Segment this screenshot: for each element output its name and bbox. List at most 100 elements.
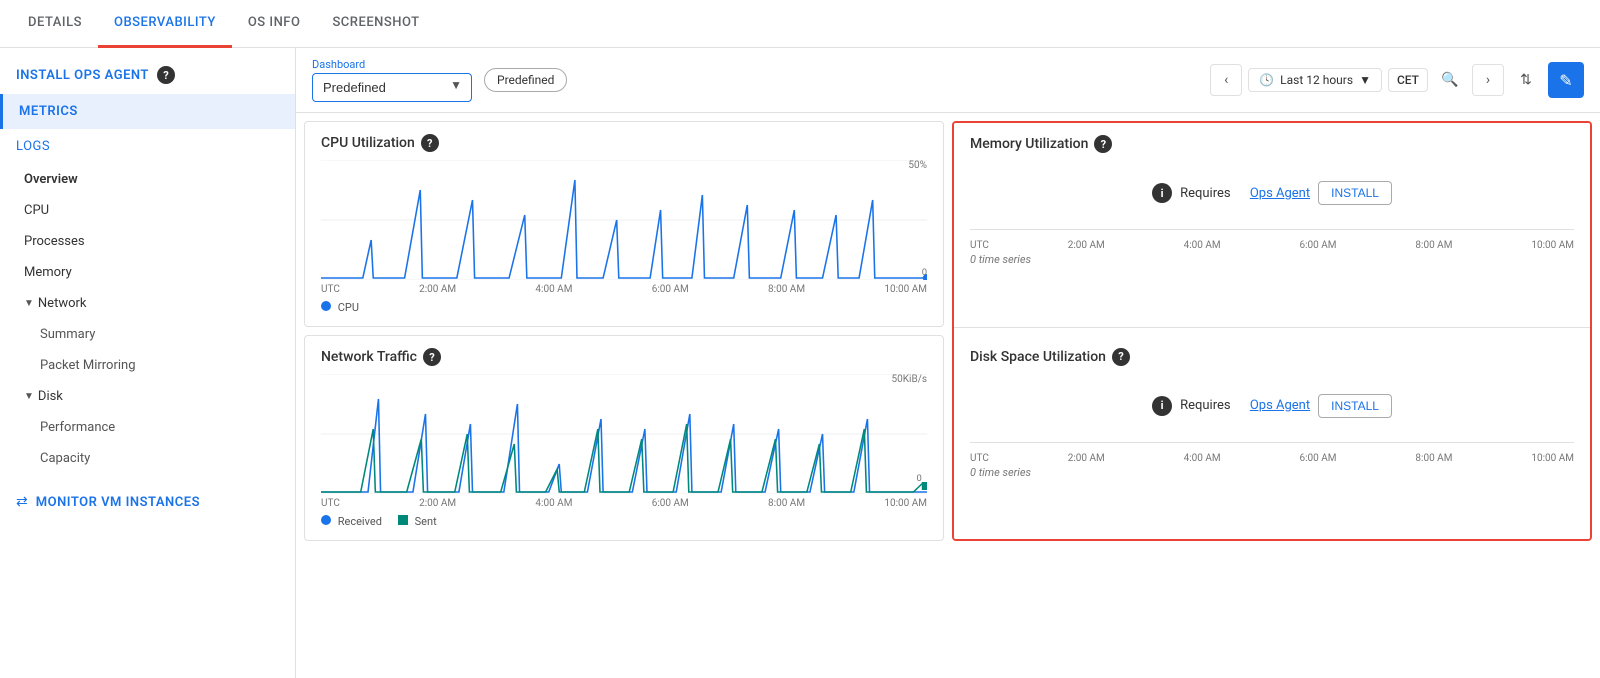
cpu-y-label: 50% bbox=[908, 160, 927, 171]
toolbar: Dashboard Predefined ▼ Predefined ‹ 🕓 La… bbox=[296, 48, 1600, 113]
svg-text:0: 0 bbox=[922, 267, 927, 278]
main-content: Dashboard Predefined ▼ Predefined ‹ 🕓 La… bbox=[296, 48, 1600, 678]
sidebar-item-performance[interactable]: Performance bbox=[0, 412, 295, 443]
network-help-icon[interactable]: ? bbox=[423, 348, 441, 366]
sent-legend-square bbox=[398, 515, 408, 525]
network-y-label: 50KiB/s bbox=[892, 374, 927, 385]
tab-observability[interactable]: OBSERVABILITY bbox=[98, 0, 232, 48]
cpu-chart-svg: 0 bbox=[321, 160, 927, 280]
sent-legend-item: Sent bbox=[398, 515, 437, 528]
top-tab-bar: DETAILS OBSERVABILITY OS INFO SCREENSHOT bbox=[0, 0, 1600, 48]
disk-requires-overlay: i Requires Ops Agent INSTALL bbox=[970, 374, 1574, 438]
edit-btn[interactable]: ✎ bbox=[1548, 62, 1584, 98]
dashboard-select[interactable]: Predefined bbox=[312, 73, 472, 102]
received-legend-dot bbox=[321, 515, 331, 525]
main-layout: INSTALL OPS AGENT ? METRICS LOGS Overvie… bbox=[0, 48, 1600, 678]
memory-chart-title: Memory Utilization ? bbox=[970, 135, 1574, 153]
memory-requires-overlay: i Requires Ops Agent INSTALL bbox=[970, 161, 1574, 225]
disk-info-icon: i bbox=[1152, 396, 1172, 416]
sidebar-item-memory[interactable]: Memory bbox=[0, 257, 295, 288]
cpu-chart-wrapper: 50% 0 bbox=[321, 160, 927, 280]
time-range-arrow-icon: ▼ bbox=[1359, 73, 1371, 87]
dashboard-dropdown-container: Dashboard Predefined ▼ bbox=[312, 58, 472, 102]
dashboard-label: Dashboard bbox=[312, 58, 472, 71]
prev-btn[interactable]: ‹ bbox=[1210, 64, 1242, 96]
sidebar: INSTALL OPS AGENT ? METRICS LOGS Overvie… bbox=[0, 48, 296, 678]
tab-os-info[interactable]: OS INFO bbox=[232, 0, 317, 48]
sidebar-item-packet-mirroring[interactable]: Packet Mirroring bbox=[0, 350, 295, 381]
memory-title-text: Memory Utilization bbox=[970, 136, 1088, 152]
disk-ops-agent-link[interactable]: Ops Agent bbox=[1250, 398, 1310, 413]
install-ops-agent-row: INSTALL OPS AGENT ? bbox=[0, 56, 295, 94]
sidebar-item-summary[interactable]: Summary bbox=[0, 319, 295, 350]
memory-x-axis: UTC 2:00 AM 4:00 AM 6:00 AM 8:00 AM 10:0… bbox=[970, 240, 1574, 251]
sent-legend-label: Sent bbox=[415, 515, 437, 528]
metrics-section-header[interactable]: METRICS bbox=[0, 94, 295, 129]
timezone-badge[interactable]: CET bbox=[1388, 68, 1428, 92]
tab-screenshot[interactable]: SCREENSHOT bbox=[316, 0, 435, 48]
tab-details[interactable]: DETAILS bbox=[12, 0, 98, 48]
received-legend-item: Received bbox=[321, 515, 382, 528]
disk-zero-series: 0 time series bbox=[970, 466, 1574, 479]
network-chart-card: Network Traffic ? 50KiB/s bbox=[304, 335, 944, 541]
cpu-legend-item: CPU bbox=[321, 301, 359, 314]
logs-section-header[interactable]: LOGS bbox=[0, 129, 295, 164]
svg-text:0: 0 bbox=[917, 473, 922, 484]
predefined-badge[interactable]: Predefined bbox=[484, 68, 567, 92]
disk-chart-title: Disk Space Utilization ? bbox=[970, 348, 1574, 366]
install-ops-agent-link[interactable]: INSTALL OPS AGENT bbox=[16, 68, 149, 83]
time-range-label: Last 12 hours bbox=[1280, 73, 1353, 87]
disk-axis-area: UTC 2:00 AM 4:00 AM 6:00 AM 8:00 AM 10:0… bbox=[970, 442, 1574, 464]
cpu-legend-dot bbox=[321, 301, 331, 311]
memory-requires-text: Requires bbox=[1180, 186, 1231, 201]
sidebar-item-cpu[interactable]: CPU bbox=[0, 195, 295, 226]
disk-x-axis: UTC 2:00 AM 4:00 AM 6:00 AM 8:00 AM 10:0… bbox=[970, 453, 1574, 464]
monitor-vm-icon: ⇄ bbox=[16, 494, 28, 510]
sidebar-group-network[interactable]: ▼ Network bbox=[0, 288, 295, 319]
network-chart-title: Network Traffic ? bbox=[321, 348, 927, 366]
disk-install-btn[interactable]: INSTALL bbox=[1318, 394, 1392, 418]
toolbar-right: ‹ 🕓 Last 12 hours ▼ CET 🔍 › ⇅ ✎ bbox=[1210, 62, 1584, 98]
time-range-btn[interactable]: 🕓 Last 12 hours ▼ bbox=[1248, 68, 1382, 92]
sidebar-item-overview[interactable]: Overview bbox=[0, 164, 295, 195]
compare-icon-btn[interactable]: ⇅ bbox=[1510, 64, 1542, 96]
memory-chart-card: Memory Utilization ? i Requires Ops Agen… bbox=[954, 123, 1590, 328]
memory-help-icon[interactable]: ? bbox=[1094, 135, 1112, 153]
cpu-legend-label: CPU bbox=[338, 301, 359, 314]
network-chart-wrapper: 50KiB/s 0 bbox=[321, 374, 927, 494]
disk-group-label: Disk bbox=[38, 389, 63, 404]
disk-help-icon[interactable]: ? bbox=[1112, 348, 1130, 366]
install-ops-agent-help-icon[interactable]: ? bbox=[157, 66, 175, 84]
network-chevron-icon: ▼ bbox=[24, 298, 34, 309]
disk-chart-card: Disk Space Utilization ? i Requires Ops … bbox=[954, 336, 1590, 540]
clock-icon: 🕓 bbox=[1259, 73, 1274, 87]
memory-ops-agent-link[interactable]: Ops Agent bbox=[1250, 186, 1310, 201]
network-group-label: Network bbox=[38, 296, 87, 311]
sidebar-item-capacity[interactable]: Capacity bbox=[0, 443, 295, 474]
received-legend-label: Received bbox=[338, 515, 382, 528]
charts-right: Memory Utilization ? i Requires Ops Agen… bbox=[952, 121, 1592, 541]
cpu-chart-title: CPU Utilization ? bbox=[321, 134, 927, 152]
network-x-axis: UTC 2:00 AM 4:00 AM 6:00 AM 8:00 AM 10:0… bbox=[321, 498, 927, 509]
monitor-vm-link[interactable]: MONITOR VM INSTANCES bbox=[36, 495, 200, 510]
search-icon-btn[interactable]: 🔍 bbox=[1434, 64, 1466, 96]
cpu-title-text: CPU Utilization bbox=[321, 135, 415, 151]
memory-install-btn[interactable]: INSTALL bbox=[1318, 181, 1392, 205]
cpu-legend: CPU bbox=[321, 301, 927, 314]
cpu-x-axis: UTC 2:00 AM 4:00 AM 6:00 AM 8:00 AM 10:0… bbox=[321, 284, 927, 295]
disk-title-text: Disk Space Utilization bbox=[970, 349, 1106, 365]
cpu-help-icon[interactable]: ? bbox=[421, 134, 439, 152]
disk-requires-text: Requires bbox=[1180, 398, 1231, 413]
memory-info-icon: i bbox=[1152, 183, 1172, 203]
sidebar-item-processes[interactable]: Processes bbox=[0, 226, 295, 257]
next-btn[interactable]: › bbox=[1472, 64, 1504, 96]
memory-axis-area: UTC 2:00 AM 4:00 AM 6:00 AM 8:00 AM 10:0… bbox=[970, 229, 1574, 251]
charts-area: CPU Utilization ? 50% bbox=[296, 113, 1600, 549]
dropdown-wrapper: Predefined ▼ bbox=[312, 73, 472, 102]
memory-zero-series: 0 time series bbox=[970, 253, 1574, 266]
charts-left: CPU Utilization ? 50% bbox=[304, 121, 944, 541]
disk-chevron-icon: ▼ bbox=[24, 391, 34, 402]
network-title-text: Network Traffic bbox=[321, 349, 417, 365]
network-legend: Received Sent bbox=[321, 515, 927, 528]
sidebar-group-disk[interactable]: ▼ Disk bbox=[0, 381, 295, 412]
